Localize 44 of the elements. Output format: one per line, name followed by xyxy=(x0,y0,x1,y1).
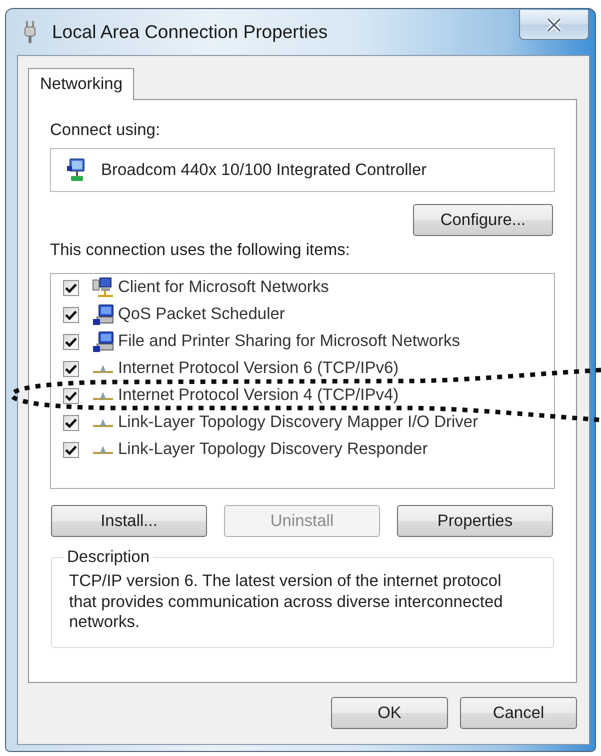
list-item[interactable]: File and Printer Sharing for Microsoft Networks xyxy=(118,332,460,351)
checkmark-icon xyxy=(65,336,77,346)
configure-button[interactable]: Configure... xyxy=(413,204,553,236)
tab[interactable]: Networking xyxy=(28,68,134,100)
description-text: TCP/IP version 6. The latest version of the internet protocol that provides communication across diverse interconnected networks. xyxy=(69,571,504,632)
list-item[interactable]: Internet Protocol Version 4 (TCP/IPv4) xyxy=(118,386,399,405)
section-label: This connection uses the following items: xyxy=(50,241,350,260)
adapter-name: Broadcom 440x 10/100 Integrated Controller xyxy=(101,160,427,180)
network-protocol-icon xyxy=(92,444,114,454)
checkmark-icon xyxy=(65,310,77,320)
list-item[interactable]: Client for Microsoft Networks xyxy=(118,278,329,297)
action-button[interactable]: Install... xyxy=(51,505,207,537)
checkmark-icon xyxy=(65,418,77,428)
list-item[interactable]: QoS Packet Scheduler xyxy=(118,305,285,324)
close-icon xyxy=(546,18,562,32)
network-computer-icon xyxy=(92,277,114,298)
checkbox[interactable] xyxy=(63,334,79,350)
network-protocol-icon xyxy=(92,364,114,374)
action-button[interactable]: Properties xyxy=(397,505,553,537)
plug-icon xyxy=(24,20,36,44)
checkmark-icon xyxy=(65,282,77,292)
window-title: Local Area Connection Properties xyxy=(52,21,328,43)
checkbox[interactable] xyxy=(63,388,79,404)
checkbox[interactable] xyxy=(63,442,79,458)
checkbox[interactable] xyxy=(63,360,79,376)
network-protocol-icon xyxy=(92,390,114,400)
network-adapter-icon xyxy=(66,158,85,182)
group-label: Description xyxy=(66,548,151,567)
checkmark-icon xyxy=(65,364,77,374)
list-item[interactable]: Link-Layer Topology Discovery Responder xyxy=(118,440,428,459)
checkbox[interactable] xyxy=(63,414,79,430)
dialog-button[interactable]: OK xyxy=(331,697,448,729)
computer-icon xyxy=(92,330,114,352)
checkbox[interactable] xyxy=(63,306,79,322)
checkmark-icon xyxy=(65,444,77,454)
network-protocol-icon xyxy=(92,418,114,428)
dialog-button[interactable]: Cancel xyxy=(460,697,577,729)
checkbox[interactable] xyxy=(63,280,79,296)
list-item[interactable]: Internet Protocol Version 6 (TCP/IPv6) xyxy=(118,359,399,378)
computer-icon xyxy=(92,304,114,326)
checkmark-icon xyxy=(65,390,77,400)
section-label: Connect using: xyxy=(50,121,160,140)
list-item[interactable]: Link-Layer Topology Discovery Mapper I/O Driver xyxy=(118,413,478,432)
close-button[interactable] xyxy=(519,10,589,40)
